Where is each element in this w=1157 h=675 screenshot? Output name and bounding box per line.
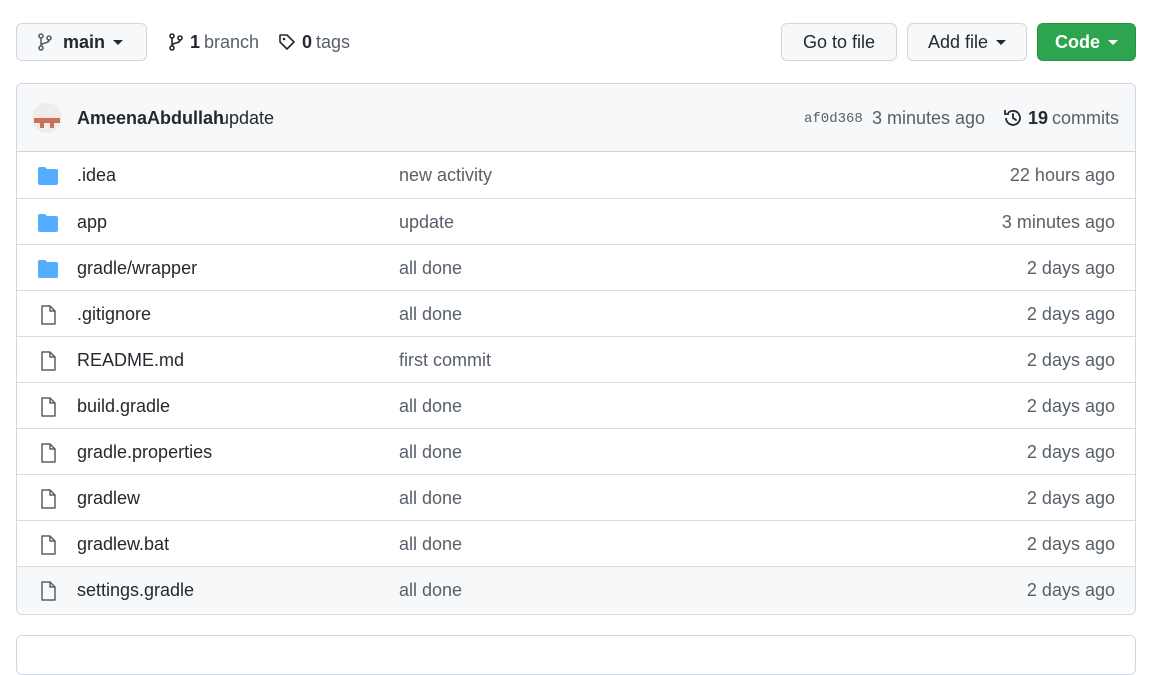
tag-count: 0	[302, 31, 313, 52]
file-name-link[interactable]: build.gradle	[77, 396, 170, 417]
branches-link[interactable]: 1 branch	[168, 23, 259, 61]
file-age: 2 days ago	[1026, 580, 1115, 600]
branch-label: main	[63, 31, 106, 52]
file-name-link[interactable]: .idea	[77, 165, 116, 186]
file-icon	[41, 305, 56, 325]
file-commit-message-link[interactable]: first commit	[399, 350, 491, 371]
chevron-down-icon	[996, 39, 1007, 45]
history-icon	[1004, 110, 1021, 126]
folder-icon	[38, 260, 58, 278]
file-age: 2 days ago	[1026, 442, 1115, 462]
commit-author-link[interactable]: AmeenaAbdullah	[77, 108, 224, 129]
file-name-link[interactable]: gradlew	[77, 488, 140, 509]
commits-link[interactable]: 19 commits	[1002, 107, 1119, 129]
git-branch-icon	[38, 33, 52, 51]
avatar-image	[32, 103, 62, 133]
file-row: gradle/wrapper all done 2 days ago	[17, 244, 1135, 290]
commit-time: 3 minutes ago	[872, 108, 986, 128]
commit-sha-link[interactable]: af0d368	[804, 111, 863, 127]
repo-toolbar: main 1 branch 0 tags Go to file Add file…	[16, 23, 1136, 63]
tag-word: tags	[316, 31, 351, 52]
file-age: 2 days ago	[1026, 488, 1115, 508]
file-age: 2 days ago	[1026, 350, 1115, 370]
file-name-link[interactable]: README.md	[77, 350, 184, 371]
file-commit-message-link[interactable]: all done	[399, 442, 462, 463]
add-file-button[interactable]: Add file	[907, 23, 1027, 61]
branch-word: branch	[204, 31, 260, 52]
code-button[interactable]: Code	[1037, 23, 1136, 61]
file-age: 2 days ago	[1026, 534, 1115, 554]
file-row: .gitignore all done 2 days ago	[17, 290, 1135, 336]
chevron-down-icon	[1108, 39, 1118, 45]
file-age: 22 hours ago	[1009, 165, 1115, 185]
folder-icon	[38, 167, 58, 185]
file-row: settings.gradle all done 2 days ago	[17, 566, 1135, 612]
code-label: Code	[1055, 31, 1100, 52]
file-commit-message-link[interactable]: all done	[399, 304, 462, 325]
file-name-link[interactable]: settings.gradle	[77, 580, 194, 601]
file-icon	[41, 489, 56, 509]
file-name-link[interactable]: gradlew.bat	[77, 534, 169, 555]
file-commit-message-link[interactable]: all done	[399, 534, 462, 555]
file-icon	[41, 581, 56, 601]
file-age: 2 days ago	[1026, 396, 1115, 416]
file-icon	[41, 535, 56, 555]
commit-count: 19	[1028, 107, 1049, 128]
add-file-label: Add file	[927, 31, 989, 52]
file-list: .idea new activity 22 hours ago app upda…	[17, 152, 1135, 612]
file-name-link[interactable]: .gitignore	[77, 304, 151, 325]
file-row: .idea new activity 22 hours ago	[17, 152, 1135, 198]
file-row: gradle.properties all done 2 days ago	[17, 428, 1135, 474]
file-commit-message-link[interactable]: all done	[399, 258, 462, 279]
file-row: build.gradle all done 2 days ago	[17, 382, 1135, 428]
commit-message-link[interactable]: update	[219, 108, 274, 129]
file-name-link[interactable]: gradle.properties	[77, 442, 212, 463]
folder-icon	[38, 214, 58, 232]
file-commit-message-link[interactable]: update	[399, 212, 454, 233]
tags-link[interactable]: 0 tags	[278, 23, 350, 61]
file-icon	[41, 351, 56, 371]
tag-icon	[279, 34, 295, 50]
go-to-file-button[interactable]: Go to file	[781, 23, 897, 61]
go-to-file-label: Go to file	[802, 31, 876, 52]
file-age: 3 minutes ago	[1001, 212, 1115, 232]
file-age: 2 days ago	[1026, 258, 1115, 278]
file-age: 2 days ago	[1026, 304, 1115, 324]
file-name-link[interactable]: gradle/wrapper	[77, 258, 197, 279]
branch-count: 1	[190, 31, 201, 52]
chevron-down-icon	[113, 39, 124, 45]
avatar[interactable]	[32, 103, 62, 133]
file-commit-message-link[interactable]: all done	[399, 396, 462, 417]
file-row: gradlew all done 2 days ago	[17, 474, 1135, 520]
file-name-link[interactable]: app	[77, 212, 107, 233]
file-commit-message-link[interactable]: all done	[399, 488, 462, 509]
commit-count-word: commits	[1052, 107, 1120, 128]
file-icon	[41, 443, 56, 463]
file-row: app update 3 minutes ago	[17, 198, 1135, 244]
latest-commit-bar: AmeenaAbdullah update af0d368 3 minutes …	[17, 84, 1135, 152]
file-commit-message-link[interactable]: new activity	[399, 165, 492, 186]
readme-box	[16, 635, 1136, 675]
git-branch-icon	[169, 33, 183, 51]
file-row: gradlew.bat all done 2 days ago	[17, 520, 1135, 566]
file-commit-message-link[interactable]: all done	[399, 580, 462, 601]
file-row: README.md first commit 2 days ago	[17, 336, 1135, 382]
file-icon	[41, 397, 56, 417]
file-browser: AmeenaAbdullah update af0d368 3 minutes …	[16, 83, 1136, 615]
branch-select-button[interactable]: main	[16, 23, 147, 61]
